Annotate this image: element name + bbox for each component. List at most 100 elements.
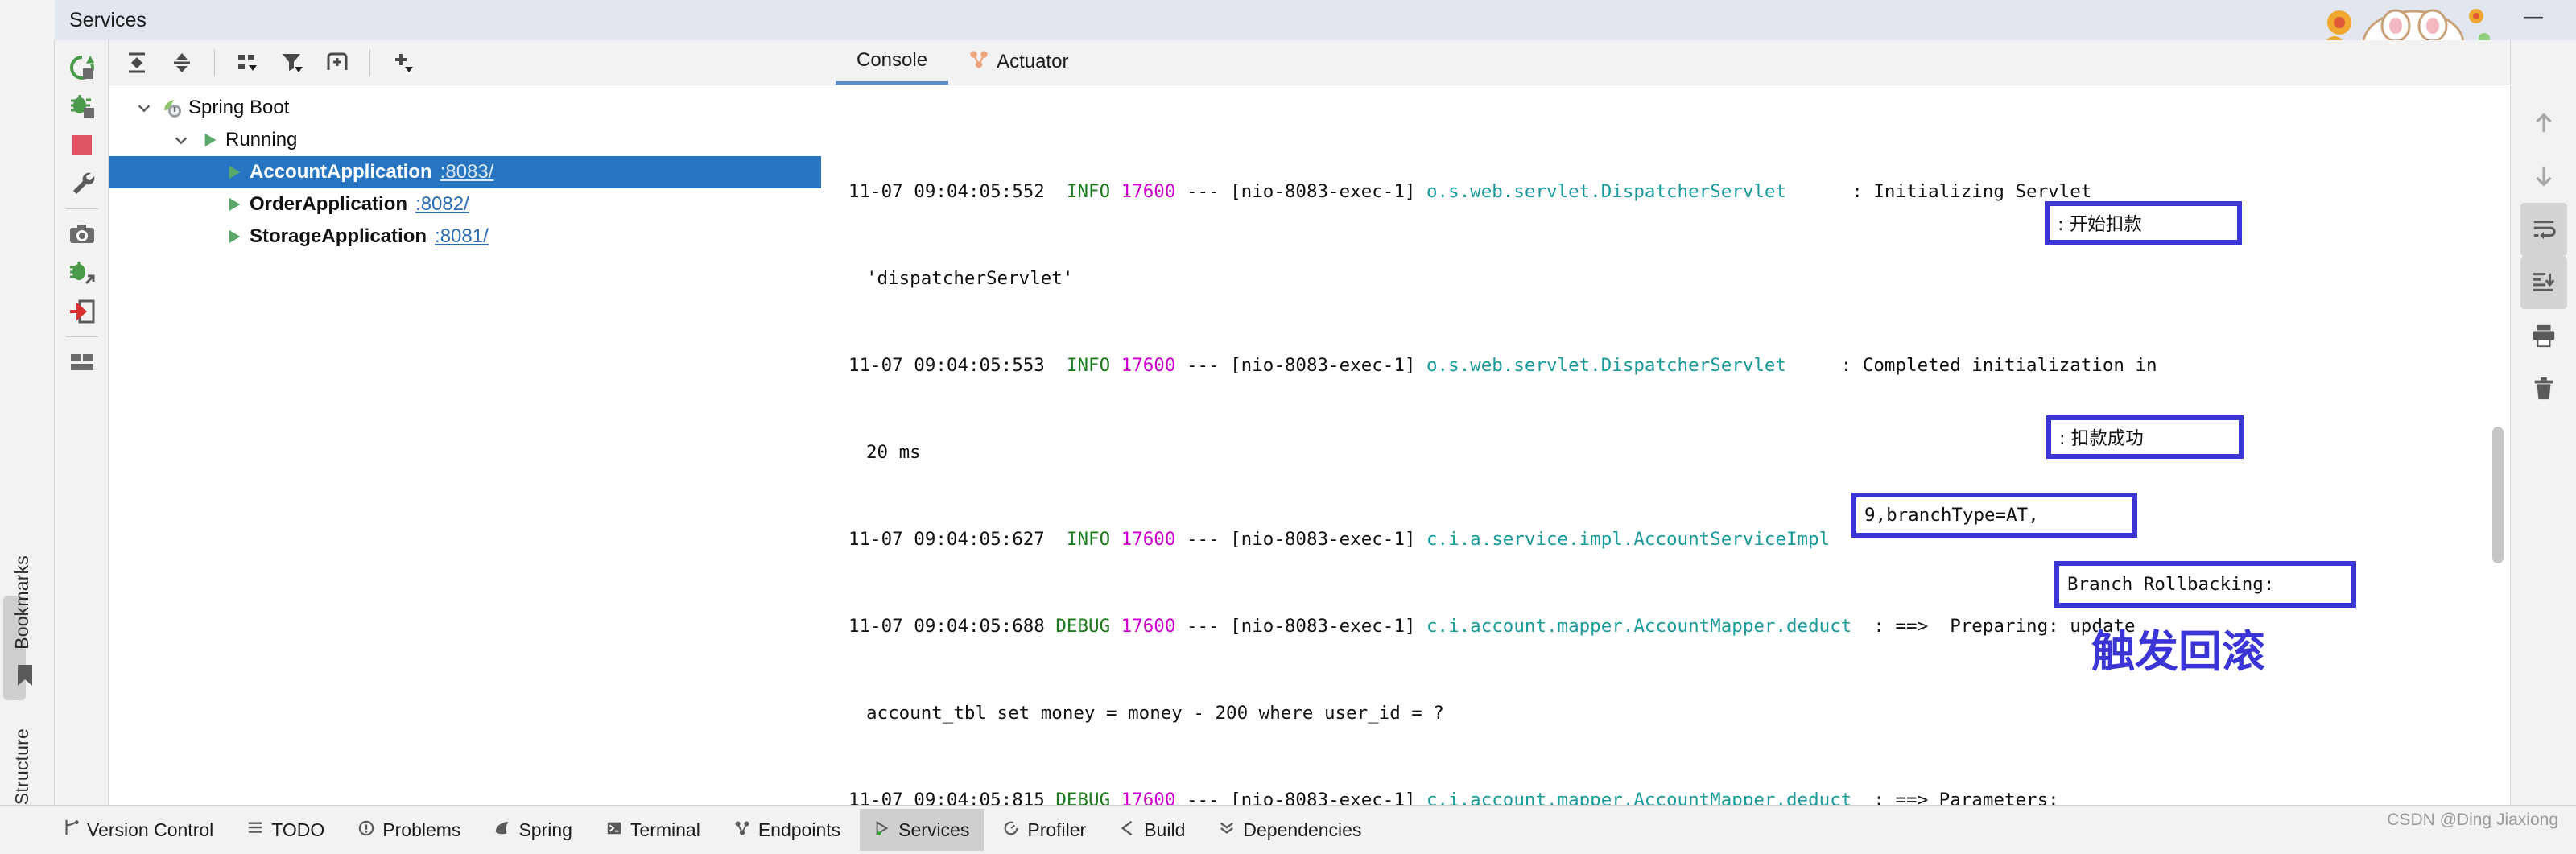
- log-timestamp: 11-07 09:04:05:627: [848, 529, 1045, 550]
- add-service-icon[interactable]: [382, 44, 423, 81]
- log-pid: 17600: [1121, 355, 1176, 376]
- tree-node-spring-boot[interactable]: Spring Boot: [109, 92, 821, 124]
- console-log-output[interactable]: 11-07 09:04:05:552 INFO 17600 --- [nio-8…: [821, 85, 2504, 805]
- log-continuation: 'dispatcherServlet': [866, 268, 1074, 289]
- rail-tab-structure[interactable]: Structure: [11, 728, 33, 805]
- statusbar-item-dependencies[interactable]: Dependencies: [1204, 809, 1376, 851]
- log-line: 11-07 09:04:05:552 INFO 17600 --- [nio-8…: [848, 181, 2092, 202]
- tree-node-label: Spring Boot: [188, 97, 290, 118]
- scroll-up-icon[interactable]: [2520, 97, 2567, 150]
- scroll-to-end-icon[interactable]: [2520, 256, 2567, 309]
- dependencies-icon: [1219, 819, 1235, 841]
- run-icon: [219, 163, 250, 181]
- log-timestamp: 11-07 09:04:05:552: [848, 181, 1045, 202]
- log-level: DEBUG: [1055, 790, 1111, 805]
- statusbar-item-terminal[interactable]: Terminal: [592, 809, 715, 851]
- branch-icon: [63, 819, 79, 841]
- log-line: 11-07 09:04:05:815 DEBUG 17600 --- [nio-…: [848, 786, 2504, 805]
- log-logger: c.i.a.service.impl.AccountServiceImpl: [1426, 529, 1831, 550]
- title-gutter: [0, 0, 55, 40]
- log-thread: [nio-8083-exec-1]: [1230, 616, 1416, 637]
- statusbar-label: Endpoints: [758, 819, 841, 840]
- tree-node-running[interactable]: Running: [109, 124, 821, 156]
- log-message: : Completed initialization in: [1840, 355, 2157, 376]
- collapse-all-icon[interactable]: [161, 44, 203, 81]
- console-scrollbar-thumb[interactable]: [2492, 427, 2504, 563]
- tree-node-port-link[interactable]: :8081/: [435, 225, 489, 248]
- spring-leaf-icon: [494, 819, 510, 841]
- statusbar-item-version-control[interactable]: Version Control: [48, 809, 228, 851]
- debug-icon[interactable]: [64, 87, 101, 126]
- export-icon[interactable]: [64, 292, 101, 331]
- log-pid: 17600: [1121, 181, 1176, 202]
- tree-node-accountapplication[interactable]: AccountApplication :8083/: [109, 156, 821, 188]
- log-message: : ==> Parameters:: [1873, 790, 2059, 805]
- print-icon[interactable]: [2520, 309, 2567, 362]
- filter-icon[interactable]: [271, 44, 313, 81]
- statusbar-item-problems[interactable]: Problems: [344, 809, 475, 851]
- group-by-icon[interactable]: [226, 44, 268, 81]
- tree-node-label: StorageApplication: [250, 225, 427, 247]
- statusbar-label: Profiler: [1027, 819, 1087, 840]
- log-continuation: 20 ms: [866, 442, 921, 463]
- tree-node-port-link[interactable]: :8082/: [415, 193, 469, 216]
- statusbar-item-endpoints[interactable]: Endpoints: [720, 809, 855, 851]
- error-icon: [358, 819, 374, 841]
- log-logger: o.s.web.servlet.DispatcherServlet: [1426, 355, 1787, 376]
- tree-node-port-link[interactable]: :8083/: [440, 161, 494, 184]
- log-logger: o.s.web.servlet.DispatcherServlet: [1426, 181, 1787, 202]
- log-timestamp: 11-07 09:04:05:553: [848, 355, 1045, 376]
- statusbar-item-todo[interactable]: TODO: [233, 809, 339, 851]
- profiler-icon: [1003, 819, 1019, 841]
- chevron-down-icon[interactable]: [130, 99, 158, 117]
- services-tree: Spring Boot Running AccountApplication :…: [109, 85, 821, 253]
- chevron-down-icon[interactable]: [167, 131, 195, 149]
- list-icon: [247, 819, 263, 841]
- tree-node-label: AccountApplication: [250, 161, 432, 183]
- log-pid: 17600: [1121, 616, 1176, 637]
- log-thread: [nio-8083-exec-1]: [1230, 529, 1416, 550]
- tab-console-label: Console: [857, 49, 928, 71]
- settings-wrench-icon[interactable]: [64, 164, 101, 203]
- statusbar-item-spring[interactable]: Spring: [480, 809, 586, 851]
- statusbar-item-build[interactable]: Build: [1105, 809, 1199, 851]
- camera-icon[interactable]: [64, 215, 101, 254]
- log-thread: [nio-8083-exec-1]: [1230, 790, 1416, 805]
- tab-actuator[interactable]: Actuator: [948, 39, 1089, 85]
- log-line: 20 ms: [848, 438, 2504, 467]
- statusbar-label: Terminal: [630, 819, 700, 840]
- expand-all-icon[interactable]: [116, 44, 158, 81]
- rail-tab-bookmarks[interactable]: Bookmarks: [11, 555, 33, 650]
- title-bar: Services —: [0, 0, 2576, 40]
- add-tab-icon[interactable]: [316, 44, 358, 81]
- soft-wrap-icon[interactable]: [2520, 203, 2567, 256]
- log-timestamp: 11-07 09:04:05:688: [848, 616, 1045, 637]
- rerun-icon[interactable]: [64, 48, 101, 87]
- services-icon: [874, 819, 890, 841]
- toolbar-divider: [65, 208, 98, 209]
- statusbar-item-profiler[interactable]: Profiler: [989, 809, 1100, 851]
- tree-node-storageapplication[interactable]: StorageApplication :8081/: [109, 221, 821, 253]
- tree-toolbar: [109, 40, 821, 85]
- log-continuation: account_tbl set money = money - 200 wher…: [866, 703, 1444, 724]
- stop-icon[interactable]: [64, 126, 101, 164]
- log-logger: c.i.account.mapper.AccountMapper.deduct: [1426, 790, 1852, 805]
- log-line: 11-07 09:04:05:627 INFO 17600 --- [nio-8…: [848, 529, 1831, 550]
- page-title: Services: [69, 8, 147, 31]
- tree-node-orderapplication[interactable]: OrderApplication :8082/: [109, 188, 821, 221]
- console-panel: Console Actuator 11-07 09:04:05:552 INFO…: [821, 40, 2576, 805]
- scroll-down-icon[interactable]: [2520, 150, 2567, 203]
- services-run-toolbar: [56, 40, 109, 805]
- run-icon: [219, 196, 250, 213]
- tree-toolbar-divider-2: [369, 48, 370, 76]
- tab-console[interactable]: Console: [836, 39, 949, 85]
- run-icon: [219, 228, 250, 245]
- log-level: DEBUG: [1055, 616, 1111, 637]
- toolbar-divider-2: [65, 336, 98, 337]
- attach-debugger-icon[interactable]: [64, 254, 101, 292]
- minimize-button[interactable]: —: [2521, 7, 2545, 29]
- layout-icon[interactable]: [64, 343, 101, 382]
- trash-icon[interactable]: [2520, 362, 2567, 415]
- statusbar-item-services[interactable]: Services: [860, 809, 985, 851]
- log-timestamp: 11-07 09:04:05:815: [848, 790, 1045, 805]
